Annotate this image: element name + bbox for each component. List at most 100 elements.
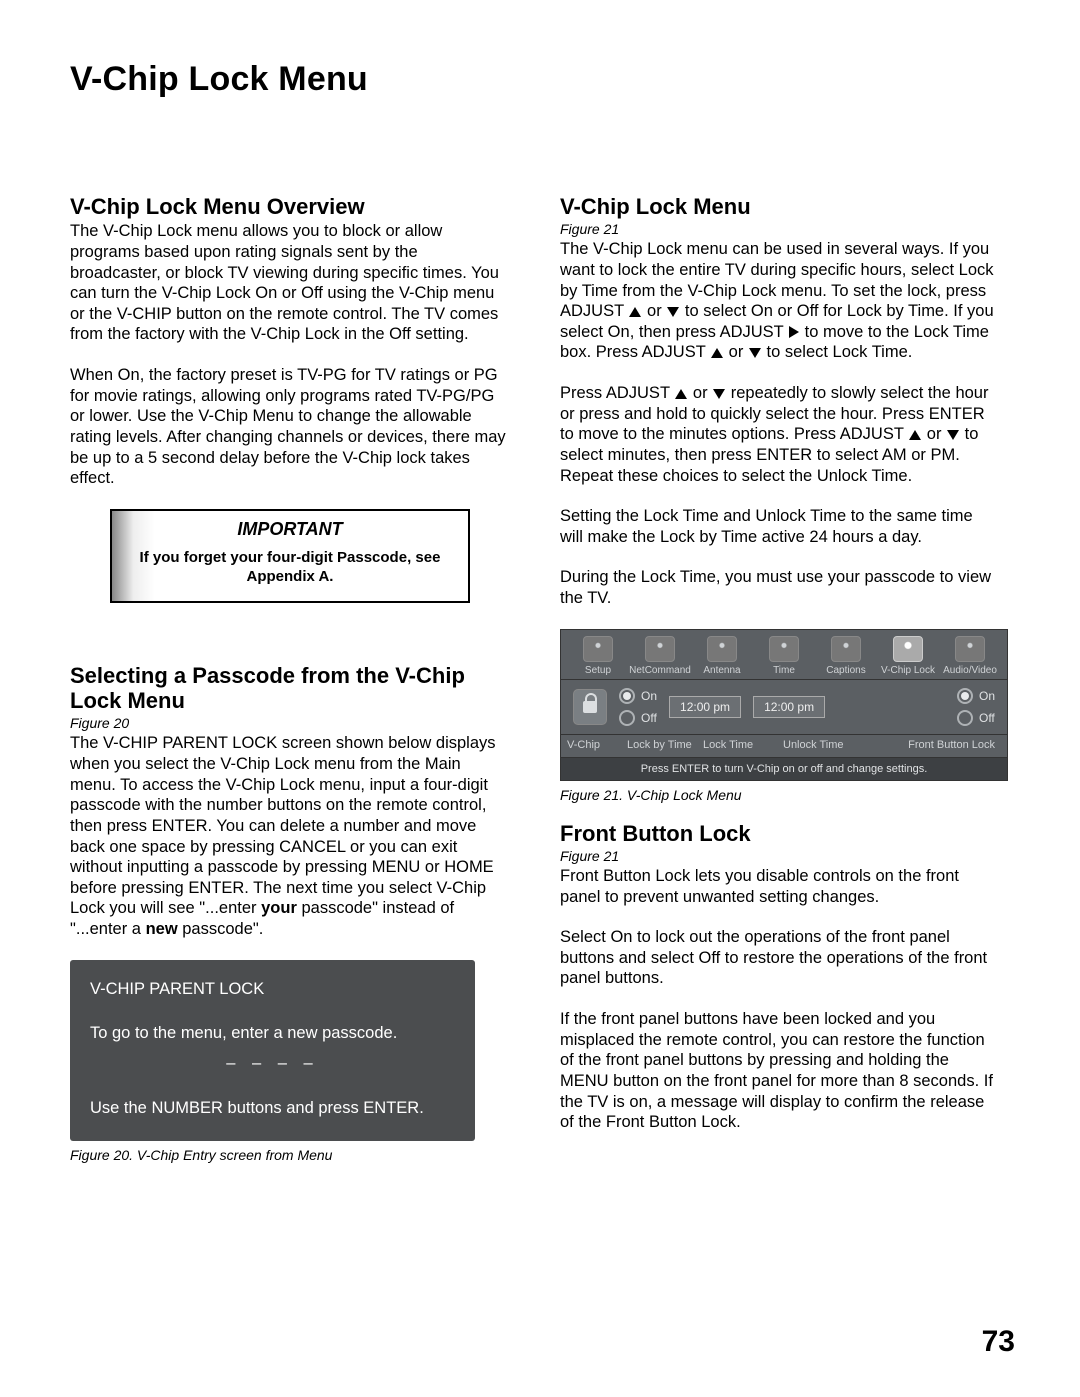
passcode-text-post: passcode". [178,920,264,938]
time-icon [769,636,799,662]
menu-footer-hint: Press ENTER to turn V-Chip on or off and… [561,758,1007,780]
heading-vchip-menu: V-Chip Lock Menu [560,194,1000,219]
menu-option-labels: V-Chip Lock by Time Lock Time Unlock Tim… [561,735,1007,758]
radio-icon [619,710,635,726]
passcode-paragraph: The V-CHIP PARENT LOCK screen shown belo… [70,733,510,939]
important-text: If you forget your four-digit Passcode, … [126,548,454,587]
passcode-bold-your: your [261,899,297,917]
tab-setup: Setup [567,636,629,676]
t: or [688,384,712,402]
front-paragraph-2: Select On to lock out the operations of … [560,927,1000,989]
lock-time-value: 12:00 pm [669,696,741,718]
setup-icon [583,636,613,662]
t: to select Lock Time. [762,343,912,361]
tab-label: NetCommand [629,665,691,676]
heading-overview: V-Chip Lock Menu Overview [70,194,510,219]
manual-page: V-Chip Lock Menu V-Chip Lock Menu Overvi… [0,0,1080,1397]
heading-passcode: Selecting a Passcode from the V-Chip Loc… [70,663,510,714]
tab-label: Antenna [691,665,753,676]
passcode-dashes: – – – – [90,1050,455,1076]
tab-netcommand: NetCommand [629,636,691,676]
t: or [724,343,748,361]
t: or [922,425,946,443]
menu-paragraph-1: The V-Chip Lock menu can be used in seve… [560,239,1000,363]
two-column-layout: V-Chip Lock Menu Overview The V-Chip Loc… [70,194,1015,1181]
tab-time: Time [753,636,815,676]
vchip-menu-screenshot: Setup NetCommand Antenna Time Captions V… [560,629,1008,781]
antenna-icon [707,636,737,662]
parent-lock-title: V-CHIP PARENT LOCK [90,976,455,1002]
radio-off: Off [619,710,657,726]
right-triangle-icon [789,326,799,338]
down-triangle-icon [667,307,679,317]
radio-icon [957,710,973,726]
unlock-time-value: 12:00 pm [753,696,825,718]
front-paragraph-3: If the front panel buttons have been loc… [560,1009,1000,1133]
menu-paragraph-4: During the Lock Time, you must use your … [560,567,1000,608]
radio-label: Off [979,711,995,725]
label-front-button-lock: Front Button Lock [883,739,1001,751]
front-lock-radio-group: On Off [957,688,995,726]
vchip-parent-lock-screen: V-CHIP PARENT LOCK To go to the menu, en… [70,960,475,1142]
radio-off: Off [957,710,995,726]
tab-label: V-Chip Lock [877,665,939,676]
passcode-text-pre: The V-CHIP PARENT LOCK screen shown belo… [70,734,496,917]
vchip-radio-group: On Off [619,688,657,726]
lock-icon [573,689,607,725]
tab-captions: Captions [815,636,877,676]
captions-icon [831,636,861,662]
menu-controls-row: On Off 12:00 pm 12:00 pm On Off [561,680,1007,735]
tab-label: Setup [567,665,629,676]
up-triangle-icon [629,307,641,317]
parent-lock-line1: To go to the menu, enter a new passcode. [90,1020,455,1046]
tab-audio-video: Audio/Video [939,636,1001,676]
overview-paragraph-2: When On, the factory preset is TV-PG for… [70,365,510,489]
tab-antenna: Antenna [691,636,753,676]
tab-vchip-lock: V-Chip Lock [877,636,939,676]
label-lock-time: Lock Time [703,739,783,751]
right-column: V-Chip Lock Menu Figure 21 The V-Chip Lo… [560,194,1000,1181]
figure-20-ref: Figure 20 [70,715,510,731]
label-lock-by-time: Lock by Time [627,739,703,751]
tab-label: Captions [815,665,877,676]
radio-icon [619,688,635,704]
radio-on: On [957,688,995,704]
up-triangle-icon [909,430,921,440]
figure-20-caption: Figure 20. V-Chip Entry screen from Menu [70,1147,510,1163]
radio-label: On [641,689,657,703]
down-triangle-icon [713,389,725,399]
menu-paragraph-3: Setting the Lock Time and Unlock Time to… [560,506,1000,547]
figure-21-caption: Figure 21. V-Chip Lock Menu [560,787,1000,803]
down-triangle-icon [749,348,761,358]
heading-front-button-lock: Front Button Lock [560,821,1000,846]
page-title: V-Chip Lock Menu [70,60,1015,99]
label-vchip: V-Chip [567,739,627,751]
radio-on: On [619,688,657,704]
left-column: V-Chip Lock Menu Overview The V-Chip Loc… [70,194,510,1181]
t: or [642,302,666,320]
label-unlock-time: Unlock Time [783,739,883,751]
figure-21-ref-a: Figure 21 [560,221,1000,237]
parent-lock-line2: Use the NUMBER buttons and press ENTER. [90,1095,455,1121]
tab-label: Time [753,665,815,676]
menu-tab-bar: Setup NetCommand Antenna Time Captions V… [561,630,1007,680]
important-label: IMPORTANT [126,519,454,540]
front-paragraph-1: Front Button Lock lets you disable contr… [560,866,1000,907]
tab-label: Audio/Video [939,665,1001,676]
figure-21-ref-b: Figure 21 [560,848,1000,864]
page-number: 73 [982,1325,1015,1359]
netcommand-icon [645,636,675,662]
passcode-bold-new: new [146,920,178,938]
up-triangle-icon [675,389,687,399]
radio-label: Off [641,711,657,725]
vchip-lock-icon [893,636,923,662]
up-triangle-icon [711,348,723,358]
radio-label: On [979,689,995,703]
important-callout: IMPORTANT If you forget your four-digit … [110,509,470,603]
down-triangle-icon [947,430,959,440]
radio-icon [957,688,973,704]
audio-video-icon [955,636,985,662]
overview-paragraph-1: The V-Chip Lock menu allows you to block… [70,221,510,345]
t: Press ADJUST [560,384,674,402]
menu-paragraph-2: Press ADJUST or repeatedly to slowly sel… [560,383,1000,486]
